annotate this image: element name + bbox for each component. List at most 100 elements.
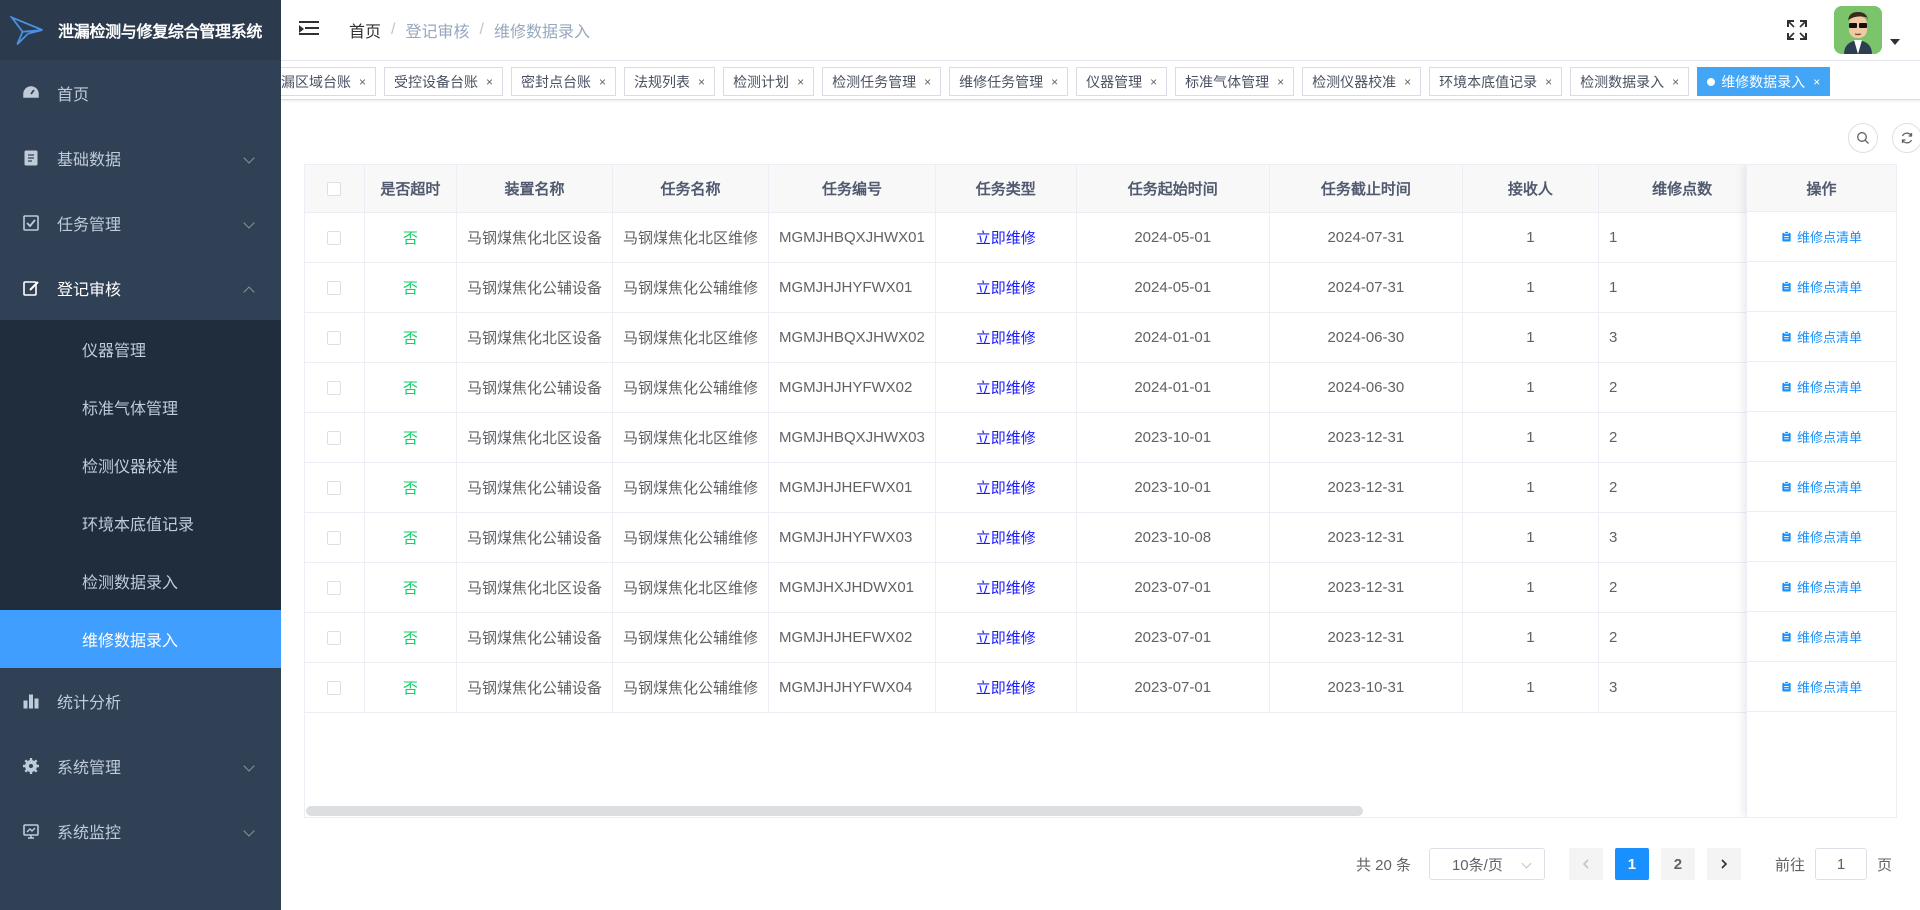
- tab-6[interactable]: 维修任务管理 ×: [949, 67, 1069, 96]
- repair-points-list-link[interactable]: 维修点清单: [1747, 412, 1896, 462]
- clipboard-icon: [1782, 531, 1791, 542]
- receiver-cell: 1: [1462, 412, 1599, 463]
- row-select-cell: [305, 362, 365, 413]
- row-checkbox[interactable]: [327, 480, 342, 495]
- row-checkbox[interactable]: [327, 330, 342, 345]
- close-icon[interactable]: ×: [1672, 75, 1679, 89]
- close-icon[interactable]: ×: [1150, 75, 1157, 89]
- tab-11[interactable]: 检测数据录入 ×: [1570, 67, 1690, 96]
- tab-7[interactable]: 仪器管理 ×: [1076, 67, 1168, 96]
- navbar-right: [1786, 0, 1900, 60]
- active-dot-icon: [1707, 77, 1716, 86]
- sidebar-item-statistics[interactable]: 统计分析: [0, 668, 281, 733]
- row-checkbox[interactable]: [327, 580, 342, 595]
- close-icon[interactable]: ×: [599, 75, 606, 89]
- row-select-cell: [305, 262, 365, 313]
- sidebar-item-instrument-calibration[interactable]: 检测仪器校准: [0, 436, 281, 494]
- end-date-cell: 2024-06-30: [1269, 312, 1463, 363]
- sidebar-item-instrument-management[interactable]: 仪器管理: [0, 320, 281, 378]
- clipboard-icon: [1782, 431, 1791, 442]
- prev-page-button[interactable]: [1568, 848, 1603, 880]
- tab-10[interactable]: 环境本底值记录 ×: [1429, 67, 1563, 96]
- tab-5[interactable]: 检测任务管理 ×: [822, 67, 942, 96]
- tab-8[interactable]: 标准气体管理 ×: [1175, 67, 1295, 96]
- hamburger-icon[interactable]: [299, 21, 321, 39]
- tab-label: 仪器管理: [1086, 73, 1143, 90]
- close-icon[interactable]: ×: [797, 75, 804, 89]
- tab-3[interactable]: 法规列表 ×: [624, 67, 716, 96]
- close-icon[interactable]: ×: [924, 75, 931, 89]
- close-icon[interactable]: ×: [359, 75, 366, 89]
- page-size-select[interactable]: 10条/页: [1428, 848, 1545, 880]
- repair-points-list-link[interactable]: 维修点清单: [1747, 262, 1896, 312]
- table-row: 否马钢煤焦化北区设备 马钢煤焦化北区维修 MGMJHBQXJHWX02 立即维修 202…: [305, 312, 1896, 363]
- next-page-button[interactable]: [1706, 848, 1741, 880]
- avatar[interactable]: [1834, 6, 1882, 54]
- sidebar-item-home[interactable]: 首页: [0, 60, 281, 125]
- close-icon[interactable]: ×: [486, 75, 493, 89]
- overtime-cell: 否: [364, 412, 457, 463]
- sidebar-item-system-monitor[interactable]: 系统监控: [0, 798, 281, 863]
- goto-page-input[interactable]: [1814, 848, 1867, 880]
- close-icon[interactable]: ×: [1277, 75, 1284, 89]
- tab-1[interactable]: 受控设备台账 ×: [384, 67, 504, 96]
- close-icon[interactable]: ×: [698, 75, 705, 89]
- column-header: 任务类型: [935, 165, 1077, 213]
- sidebar-item-label: 统计分析: [57, 694, 122, 712]
- sidebar-item-system-management[interactable]: 系统管理: [0, 733, 281, 798]
- sidebar-item-detection-data-entry[interactable]: 检测数据录入: [0, 552, 281, 610]
- repair-points-list-link[interactable]: 维修点清单: [1747, 562, 1896, 612]
- column-header: 装置名称: [456, 165, 614, 213]
- row-checkbox[interactable]: [327, 680, 342, 695]
- sidebar-item-basic-data[interactable]: 基础数据: [0, 125, 281, 190]
- breadcrumb-home[interactable]: 首页: [349, 18, 381, 42]
- breadcrumb: 首页 / 登记审核 / 维修数据录入: [349, 18, 590, 42]
- sidebar-item-repair-data-entry[interactable]: 维修数据录入: [0, 610, 281, 668]
- receiver-cell: 1: [1462, 362, 1599, 413]
- row-checkbox[interactable]: [327, 430, 342, 445]
- row-checkbox[interactable]: [327, 230, 342, 245]
- close-icon[interactable]: ×: [1404, 75, 1411, 89]
- end-date-cell: 2023-12-31: [1269, 412, 1463, 463]
- fullscreen-icon[interactable]: [1786, 19, 1808, 41]
- repair-points-list-link[interactable]: 维修点清单: [1747, 362, 1896, 412]
- repair-points-list-link[interactable]: 维修点清单: [1747, 612, 1896, 662]
- row-checkbox[interactable]: [327, 530, 342, 545]
- tab-0[interactable]: 泄漏区域台账 ×: [281, 67, 377, 96]
- close-icon[interactable]: ×: [1545, 75, 1552, 89]
- receiver-cell: 1: [1462, 262, 1599, 313]
- close-icon[interactable]: ×: [1051, 75, 1058, 89]
- tab-12[interactable]: 维修数据录入 ×: [1697, 67, 1831, 96]
- caret-down-icon[interactable]: [1890, 39, 1900, 45]
- tab-9[interactable]: 检测仪器校准 ×: [1302, 67, 1422, 96]
- tab-label: 受控设备台账: [394, 73, 479, 90]
- row-select-cell: [305, 562, 365, 613]
- repair-points-list-link[interactable]: 维修点清单: [1747, 462, 1896, 512]
- sidebar-item-registration-review[interactable]: 登记审核: [0, 255, 281, 320]
- sidebar-item-background-record[interactable]: 环境本底值记录: [0, 494, 281, 552]
- select-all-checkbox[interactable]: [327, 181, 342, 196]
- sidebar-item-task-management[interactable]: 任务管理: [0, 190, 281, 255]
- refresh-button[interactable]: [1892, 123, 1920, 153]
- repair-points-list-link[interactable]: 维修点清单: [1747, 312, 1896, 362]
- page-button-1[interactable]: 1: [1614, 848, 1649, 880]
- row-checkbox[interactable]: [327, 280, 342, 295]
- close-icon[interactable]: ×: [1813, 75, 1820, 89]
- repair-points-list-link[interactable]: 维修点清单: [1747, 212, 1896, 262]
- repair-points-list-link[interactable]: 维修点清单: [1747, 662, 1896, 712]
- tab-4[interactable]: 检测计划 ×: [723, 67, 815, 96]
- row-checkbox[interactable]: [327, 380, 342, 395]
- user-avatar-icon: [1834, 6, 1882, 54]
- sidebar-item-standard-gas-management[interactable]: 标准气体管理: [0, 378, 281, 436]
- goto-suffix: 页: [1876, 856, 1892, 874]
- tab-2[interactable]: 密封点台账 ×: [511, 67, 617, 96]
- task-name-cell: 马钢煤焦化北区维修: [612, 212, 770, 263]
- sidebar-item-label: 任务管理: [57, 216, 122, 234]
- repair-points-list-link[interactable]: 维修点清单: [1747, 512, 1896, 562]
- search-toggle-button[interactable]: [1848, 123, 1878, 153]
- task-no-cell: MGMJHBQXJHWX02: [768, 312, 936, 363]
- sidebar-item-label: 系统管理: [57, 759, 122, 777]
- row-checkbox[interactable]: [327, 630, 342, 645]
- page-button-2[interactable]: 2: [1660, 848, 1695, 880]
- horizontal-scrollbar[interactable]: [306, 806, 1363, 816]
